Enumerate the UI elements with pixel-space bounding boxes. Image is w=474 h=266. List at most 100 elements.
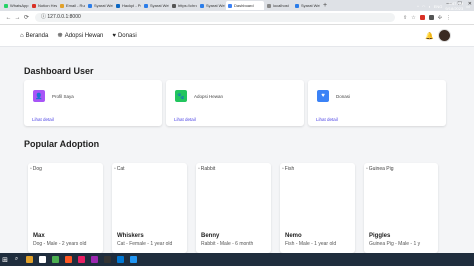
paw-icon: ☸ — [57, 33, 63, 39]
tab-favicon-icon — [32, 3, 36, 8]
home-icon: ⌂ — [20, 32, 24, 39]
popular-adoption-title: Popular Adoption — [24, 139, 100, 149]
donate-icon: ♥ — [317, 90, 329, 102]
wifi-icon[interactable]: ◠ — [422, 4, 426, 9]
extension-icon[interactable] — [428, 15, 434, 20]
broken-image-icon: ▫ Rabbit — [198, 166, 216, 172]
dashboard-title: Dashboard User — [24, 66, 94, 76]
taskbar-app-icon[interactable] — [23, 253, 36, 266]
tab-favicon-icon — [116, 3, 120, 8]
back-icon[interactable]: ← — [4, 15, 13, 21]
pet-info: Dog - Male - 2 years old — [33, 241, 87, 247]
browser-tab[interactable]: Dashboard — [226, 1, 264, 10]
pet-image-alt: Fish — [284, 166, 295, 172]
card-detail-link[interactable]: Lihat detail — [316, 117, 338, 122]
pet-card[interactable]: ▫ Fish Nemo Fish - Male - 1 year old — [280, 163, 355, 253]
card-label: Profil Saya — [52, 94, 74, 99]
search-icon[interactable]: ⌕ — [10, 253, 23, 266]
pet-card[interactable]: ▫ Cat Whiskers Cat - Female - 1 year old — [112, 163, 187, 253]
clock[interactable]: 9:47 AM 9/18/2023 — [445, 1, 463, 11]
card-donasi[interactable]: ♥ Donasi Lihat detail — [308, 80, 446, 126]
taskbar-app-icon[interactable] — [88, 253, 101, 266]
browser-tab[interactable]: Syarat Webs — [86, 1, 113, 10]
browser-tab[interactable]: Notion Hewan — [30, 1, 57, 10]
taskbar-app-icon[interactable] — [75, 253, 88, 266]
pet-card[interactable]: ▫ Guinea Pig Piggles Guinea Pig - Male - … — [364, 163, 438, 253]
browser-toolbar: ⇪ ☆ ✣ ⋮ — [403, 15, 451, 21]
volume-icon[interactable]: ◖ — [428, 4, 430, 9]
new-tab-button[interactable]: + — [323, 2, 327, 9]
browser-tab[interactable]: Syarat Webs — [142, 1, 169, 10]
bookmark-star-icon[interactable]: ☆ — [411, 15, 415, 21]
tab-label: Syarat Webs — [301, 3, 320, 8]
pet-info: Rabbit - Male - 6 month — [201, 241, 254, 247]
nav-label: Adopsi Hewan — [64, 32, 104, 39]
avatar[interactable] — [438, 29, 451, 42]
nav-donasi[interactable]: ♥ Donasi — [112, 33, 136, 39]
nav-adopsi-hewan[interactable]: ☸ Adopsi Hewan — [57, 32, 104, 40]
tab-label: Dashboard — [234, 3, 254, 8]
browser-tab[interactable]: localhost — [265, 1, 292, 10]
tab-label: Syarat Webs — [150, 3, 169, 8]
notification-bell-icon[interactable]: 🔔 — [425, 32, 434, 40]
tab-favicon-icon — [228, 3, 232, 8]
pet-image-alt: Rabbit — [200, 166, 216, 172]
notification-icon[interactable]: ▭ — [466, 4, 470, 9]
card-adopsi-hewan[interactable]: 🐾 Adopsi Hewan Lihat detail — [166, 80, 304, 126]
url-input[interactable]: ⓘ 127.0.0.1:8000 — [35, 13, 395, 22]
nav-beranda[interactable]: ⌂ Beranda — [20, 33, 48, 39]
pet-name: Whiskers — [117, 233, 144, 239]
pet-image-alt: Guinea Pig — [368, 166, 394, 172]
card-detail-link[interactable]: Lihat detail — [32, 117, 54, 122]
tab-favicon-icon — [172, 3, 176, 8]
browser-tab[interactable]: https://chro — [170, 1, 197, 10]
card-profil-saya[interactable]: 👤 Profil Saya Lihat detail — [24, 80, 162, 126]
browser-tab[interactable]: Syarat Webs — [293, 1, 320, 10]
taskbar-app-icon[interactable] — [49, 253, 62, 266]
forward-icon[interactable]: → — [13, 15, 22, 21]
nav-label: Beranda — [25, 32, 49, 39]
windows-start-icon[interactable]: ⊞ — [0, 253, 10, 266]
card-label: Adopsi Hewan — [194, 94, 224, 99]
puzzle-icon[interactable]: ✣ — [438, 15, 442, 21]
address-bar-row: ← → ⟳ ⓘ 127.0.0.1:8000 ⇪ ☆ ✣ ⋮ — [0, 11, 474, 25]
tab-label: localhost — [273, 3, 289, 8]
tab-label: WhatsApp — [10, 3, 29, 8]
pet-name: Benny — [201, 233, 220, 239]
taskbar-app-icon[interactable] — [36, 253, 49, 266]
pet-name: Max — [33, 233, 45, 239]
tray-arrow-icon[interactable]: ^ — [417, 4, 419, 9]
reload-icon[interactable]: ⟳ — [22, 14, 31, 21]
taskbar-app-icon[interactable] — [114, 253, 127, 266]
pet-info: Fish - Male - 1 year old — [285, 241, 337, 247]
tab-favicon-icon — [267, 3, 271, 8]
language-indicator[interactable]: ENG — [434, 4, 443, 9]
tab-label: https://chro — [178, 3, 197, 8]
pet-card[interactable]: ▫ Dog Max Dog - Male - 2 years old — [28, 163, 103, 253]
tab-favicon-icon — [4, 3, 8, 8]
tab-favicon-icon — [200, 3, 204, 8]
browser-tab[interactable]: Syarat Webs — [198, 1, 225, 10]
taskbar-app-icon[interactable] — [127, 253, 140, 266]
broken-image-icon: ▫ Dog — [30, 166, 42, 172]
extension-icon[interactable] — [419, 15, 425, 20]
browser-tab-strip: WhatsApp Notion Hewan Email - Rum Syarat We… — [0, 0, 474, 11]
card-detail-link[interactable]: Lihat detail — [174, 117, 196, 122]
tab-favicon-icon — [295, 3, 299, 8]
pet-name: Nemo — [285, 233, 302, 239]
taskbar-app-icon[interactable] — [101, 253, 114, 266]
tab-label: Notion Hewan — [38, 3, 57, 8]
app-navbar: ⌂ Beranda ☸ Adopsi Hewan ♥ Donasi 🔔 — [0, 25, 474, 47]
browser-tab[interactable]: WhatsApp — [2, 1, 29, 10]
taskbar-app-icon[interactable] — [62, 253, 75, 266]
tab-favicon-icon — [60, 3, 64, 8]
tab-favicon-icon — [88, 3, 92, 8]
browser-tab[interactable]: Email - Rum — [58, 1, 85, 10]
share-icon[interactable]: ⇪ — [403, 15, 407, 21]
pet-card[interactable]: ▫ Rabbit Benny Rabbit - Male - 6 month — [196, 163, 271, 253]
system-tray: ^ ◠ ◖ ENG 9:47 AM 9/18/2023 ▭ — [417, 0, 470, 13]
tab-label: Syarat Webs — [94, 3, 113, 8]
pet-name: Piggles — [369, 233, 391, 239]
browser-tab[interactable]: Hackpl - Proj — [114, 1, 141, 10]
menu-dots-icon[interactable]: ⋮ — [446, 15, 451, 21]
